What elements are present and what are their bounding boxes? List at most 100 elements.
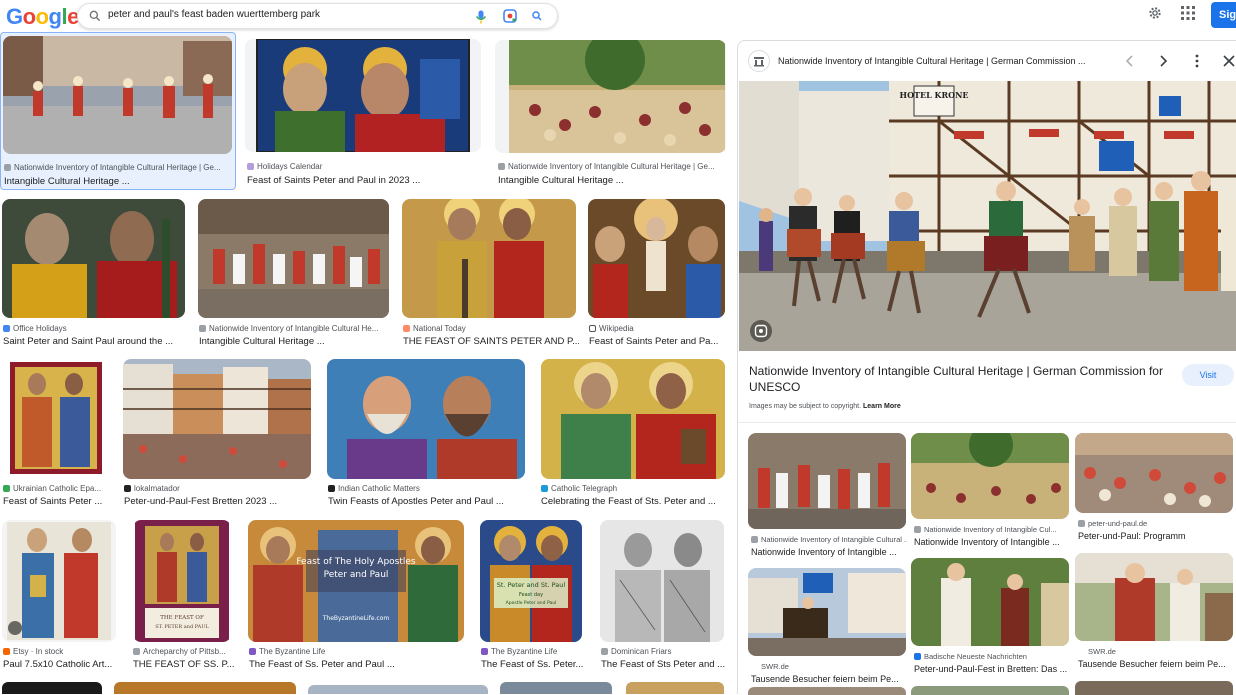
result-title[interactable]: THE FEAST OF SS. P... [133,659,237,670]
related-title[interactable]: Tausende Besucher feiern beim Pe... [751,674,907,684]
result-image[interactable] [541,359,725,479]
result-tile[interactable]: THE FEAST OF ST. PETER and PAUL Archeparc… [130,520,236,670]
result-image[interactable]: THE FEAST OF ST. PETER and PAUL [133,520,231,642]
result-image[interactable] [2,199,185,318]
related-tile[interactable]: SWR.de Tausende Besucher feiern beim Pe.… [1075,553,1235,678]
result-image[interactable] [123,359,311,479]
result-tile[interactable]: St. Peter and St. Paul Feast day Apostle P… [478,520,588,670]
result-title[interactable]: Paul 7.5x10 Catholic Art... [3,659,119,670]
result-tile[interactable] [114,682,296,694]
result-tile[interactable]: National Today THE FEAST OF SAINTS PETER… [400,199,580,349]
apps-grid-icon[interactable] [1180,5,1196,21]
result-title[interactable]: Saint Peter and Saint Paul around the ..… [3,336,189,347]
site-favicon [3,325,10,332]
related-tile[interactable] [1075,681,1233,695]
result-tile[interactable]: Ukrainian Catholic Epa... Feast of Saint… [0,359,112,509]
related-tile[interactable]: Nationwide Inventory of Intangible Cul..… [911,433,1071,558]
banner-line-2: Peter and Paul [324,570,389,580]
related-title[interactable]: Tausende Besucher feiern beim Pe... [1078,659,1234,669]
result-tile[interactable]: Feast of The Holy Apostles Peter and Paul… [246,520,468,670]
related-tile[interactable]: peter-und-paul.de Peter-und-Paul: Progra… [1075,433,1235,558]
related-tile[interactable]: SWR.de Tausende Besucher feiern beim Pe.… [748,568,908,693]
result-image[interactable] [327,359,525,479]
result-tile[interactable] [2,682,102,694]
visit-button[interactable]: Visit [1182,364,1234,386]
result-title[interactable]: THE FEAST OF SAINTS PETER AND P... [403,336,579,347]
chevron-right-icon[interactable] [1157,55,1169,67]
lens-search-icon[interactable] [754,324,768,338]
result-tile[interactable] [500,682,612,694]
result-tile[interactable]: Etsy · In stock Paul 7.5x10 Catholic Art… [0,520,120,670]
result-title[interactable]: Feast of Saints Peter and Pa... [589,336,727,347]
result-image[interactable] [245,39,481,152]
result-image[interactable]: St. Peter and St. Paul Feast day Apostle P… [480,520,582,642]
related-title[interactable]: Peter-und-Paul-Fest in Bretten: Das ... [914,664,1070,674]
result-source: Nationwide Inventory of Intangible Cultu… [199,324,391,333]
related-image[interactable] [748,433,906,529]
result-source: Holidays Calendar [247,162,483,171]
related-title[interactable]: Nationwide Inventory of Intangible ... [751,547,907,557]
microphone-icon[interactable] [475,10,487,24]
result-image[interactable]: Feast of The Holy Apostles Peter and Paul… [248,520,464,642]
result-image[interactable] [495,40,726,153]
result-tile[interactable]: Office Holidays Saint Peter and Saint Pa… [0,199,190,349]
result-title[interactable]: Celebrating the Feast of Sts. Peter and … [541,496,727,507]
result-title[interactable]: Intangible Cultural Heritage ... [199,336,391,347]
related-image[interactable] [1075,553,1233,641]
result-tile[interactable]: Dominican Friars The Feast of Sts Peter … [598,520,728,670]
search-input[interactable] [108,9,438,20]
result-title[interactable]: Feast of Saints Peter and Paul in 2023 .… [247,175,483,186]
preview-title[interactable]: Nationwide Inventory of Intangible Cultu… [749,363,1174,395]
related-tile[interactable]: Badische Neueste Nachrichten Peter-und-P… [911,558,1071,683]
icon-label-1: St. Peter and St. Paul [497,581,566,589]
search-submit-icon[interactable] [531,10,543,22]
result-image[interactable] [588,199,725,318]
result-title[interactable]: The Feast of Ss. Peter and Paul ... [249,659,467,670]
result-image[interactable] [198,199,389,318]
result-tile[interactable]: Holidays Calendar Feast of Saints Peter … [244,32,484,190]
result-title[interactable]: The Feast of Sts Peter and ... [601,659,727,670]
icon-label-3: Apostle Peter and Paul [506,600,557,606]
sign-in-button[interactable]: Sig [1211,2,1236,28]
result-title[interactable]: Feast of Saints Peter ... [3,496,111,507]
related-image[interactable] [911,433,1069,519]
byzantine-url: TheByzantineLife.com [322,615,390,622]
top-bar: Google Sig [0,0,1236,32]
result-tile[interactable] [626,682,724,694]
related-image[interactable] [911,558,1069,646]
related-tile[interactable]: Nationwide Inventory of Intangible Cultu… [748,433,908,558]
preview-image[interactable]: HOTEL KRONE [739,81,1236,351]
panel-source[interactable]: Nationwide Inventory of Intangible Cultu… [778,56,1085,66]
result-tile[interactable]: Nationwide Inventory of Intangible Cultu… [0,32,236,190]
related-image[interactable] [1075,433,1233,513]
result-image[interactable] [2,520,116,642]
google-logo[interactable]: Google [6,4,79,30]
settings-gear-icon[interactable] [1147,5,1163,21]
search-box[interactable] [77,3,558,29]
result-tile[interactable]: Nationwide Inventory of Intangible Cultu… [495,32,727,190]
result-tile[interactable]: lokalmatador Peter-und-Paul-Fest Bretten… [121,359,315,509]
result-title[interactable]: Peter-und-Paul-Fest Bretten 2023 ... [124,496,314,507]
lens-icon[interactable] [503,9,517,23]
result-tile[interactable]: Catholic Telegraph Celebrating the Feast… [538,359,728,509]
result-tile[interactable] [308,685,488,694]
result-image[interactable] [402,199,576,318]
more-options-icon[interactable] [1191,54,1203,68]
learn-more-link[interactable]: Learn More [863,403,901,410]
result-image[interactable] [2,359,108,479]
result-tile[interactable]: Nationwide Inventory of Intangible Cultu… [196,199,392,349]
result-title[interactable]: Twin Feasts of Apostles Peter and Paul .… [328,496,528,507]
related-title[interactable]: Peter-und-Paul: Programm [1078,531,1234,541]
result-tile[interactable]: Wikipedia Feast of Saints Peter and Pa..… [586,199,728,349]
result-image[interactable] [600,520,724,642]
result-image[interactable] [3,36,232,154]
related-source: Badische Neueste Nachrichten [914,652,1070,661]
result-tile[interactable]: Indian Catholic Matters Twin Feasts of A… [325,359,529,509]
related-image[interactable] [748,568,906,656]
result-title[interactable]: The Feast of Ss. Peter... [481,659,587,670]
result-title[interactable]: Intangible Cultural Heritage ... [4,176,230,187]
result-title[interactable]: Intangible Cultural Heritage ... [498,175,726,186]
chevron-left-icon[interactable] [1124,55,1136,67]
related-title[interactable]: Nationwide Inventory of Intangible ... [914,537,1070,547]
close-icon[interactable] [1223,55,1235,67]
